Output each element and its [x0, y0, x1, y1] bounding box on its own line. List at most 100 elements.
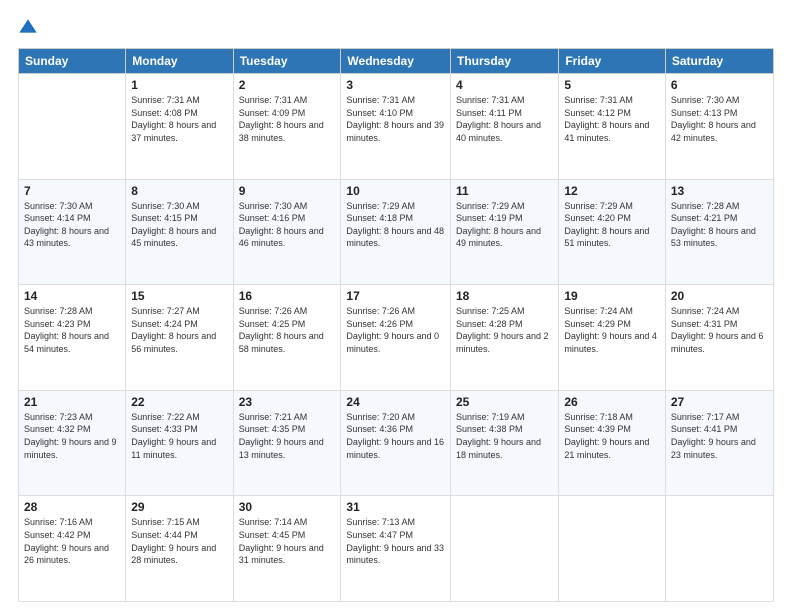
- cell-content: Sunrise: 7:13 AMSunset: 4:47 PMDaylight:…: [346, 516, 445, 566]
- calendar-cell: 16 Sunrise: 7:26 AMSunset: 4:25 PMDayligh…: [233, 285, 341, 391]
- day-number: 18: [456, 289, 553, 303]
- day-header-friday: Friday: [559, 49, 666, 74]
- day-header-thursday: Thursday: [451, 49, 559, 74]
- calendar-cell: 3Sunrise: 7:31 AMSunset: 4:10 PMDaylight…: [341, 74, 451, 180]
- calendar-cell: 25Sunrise: 7:19 AMSunset: 4:38 PMDayligh…: [451, 390, 559, 496]
- day-number: 24: [346, 395, 445, 409]
- cell-content: Sunrise: 7:29 AMSunset: 4:18 PMDaylight:…: [346, 200, 445, 250]
- day-number: 4: [456, 78, 553, 92]
- calendar-cell: 8 Sunrise: 7:30 AMSunset: 4:15 PMDaylight…: [126, 179, 233, 285]
- day-number: 31: [346, 500, 445, 514]
- cell-content: Sunrise: 7:22 AMSunset: 4:33 PMDaylight:…: [131, 411, 227, 461]
- cell-content: Sunrise: 7:16 AMSunset: 4:42 PMDaylight:…: [24, 516, 120, 566]
- day-header-tuesday: Tuesday: [233, 49, 341, 74]
- calendar-cell: 21 Sunrise: 7:23 AMSunset: 4:32 PMDayligh…: [19, 390, 126, 496]
- cell-content: Sunrise: 7:14 AMSunset: 4:45 PMDaylight:…: [239, 516, 336, 566]
- calendar-cell: 24 Sunrise: 7:20 AMSunset: 4:36 PMDayligh…: [341, 390, 451, 496]
- day-number: 9: [239, 184, 336, 198]
- week-row-2: 7 Sunrise: 7:30 AMSunset: 4:14 PMDaylight…: [19, 179, 774, 285]
- cell-content: Sunrise: 7:26 AMSunset: 4:25 PMDaylight:…: [239, 305, 336, 355]
- day-number: 2: [239, 78, 336, 92]
- day-number: 19: [564, 289, 660, 303]
- calendar-table: SundayMondayTuesdayWednesdayThursdayFrid…: [18, 48, 774, 602]
- cell-content: Sunrise: 7:31 AMSunset: 4:12 PMDaylight:…: [564, 94, 660, 144]
- day-number: 13: [671, 184, 768, 198]
- day-number: 30: [239, 500, 336, 514]
- calendar-cell: 19 Sunrise: 7:24 AMSunset: 4:29 PMDayligh…: [559, 285, 666, 391]
- day-number: 28: [24, 500, 120, 514]
- cell-content: Sunrise: 7:28 AMSunset: 4:23 PMDaylight:…: [24, 305, 120, 355]
- day-number: 27: [671, 395, 768, 409]
- calendar-cell: 23Sunrise: 7:21 AMSunset: 4:35 PMDayligh…: [233, 390, 341, 496]
- week-row-5: 28 Sunrise: 7:16 AMSunset: 4:42 PMDayligh…: [19, 496, 774, 602]
- day-number: 26: [564, 395, 660, 409]
- calendar-cell: 11Sunrise: 7:29 AMSunset: 4:19 PMDayligh…: [451, 179, 559, 285]
- day-number: 23: [239, 395, 336, 409]
- day-header-saturday: Saturday: [665, 49, 773, 74]
- cell-content: Sunrise: 7:24 AMSunset: 4:29 PMDaylight:…: [564, 305, 660, 355]
- day-number: 12: [564, 184, 660, 198]
- calendar-cell: 9 Sunrise: 7:30 AMSunset: 4:16 PMDaylight…: [233, 179, 341, 285]
- cell-content: Sunrise: 7:26 AMSunset: 4:26 PMDaylight:…: [346, 305, 445, 355]
- calendar-cell: 2Sunrise: 7:31 AMSunset: 4:09 PMDaylight…: [233, 74, 341, 180]
- week-row-4: 21 Sunrise: 7:23 AMSunset: 4:32 PMDayligh…: [19, 390, 774, 496]
- calendar-cell: 1 Sunrise: 7:31 AMSunset: 4:08 PMDaylight…: [126, 74, 233, 180]
- day-number: 6: [671, 78, 768, 92]
- calendar-cell: 13 Sunrise: 7:28 AMSunset: 4:21 PMDayligh…: [665, 179, 773, 285]
- header: [18, 18, 774, 38]
- calendar-cell: 10 Sunrise: 7:29 AMSunset: 4:18 PMDayligh…: [341, 179, 451, 285]
- cell-content: Sunrise: 7:17 AMSunset: 4:41 PMDaylight:…: [671, 411, 768, 461]
- day-number: 20: [671, 289, 768, 303]
- day-number: 10: [346, 184, 445, 198]
- cell-content: Sunrise: 7:24 AMSunset: 4:31 PMDaylight:…: [671, 305, 768, 355]
- logo-icon: [18, 18, 38, 38]
- day-number: 29: [131, 500, 227, 514]
- cell-content: Sunrise: 7:30 AMSunset: 4:14 PMDaylight:…: [24, 200, 120, 250]
- day-number: 15: [131, 289, 227, 303]
- calendar-cell: 12 Sunrise: 7:29 AMSunset: 4:20 PMDayligh…: [559, 179, 666, 285]
- calendar-cell: [19, 74, 126, 180]
- logo: [18, 18, 42, 38]
- cell-content: Sunrise: 7:20 AMSunset: 4:36 PMDaylight:…: [346, 411, 445, 461]
- day-number: 21: [24, 395, 120, 409]
- cell-content: Sunrise: 7:29 AMSunset: 4:20 PMDaylight:…: [564, 200, 660, 250]
- cell-content: Sunrise: 7:29 AMSunset: 4:19 PMDaylight:…: [456, 200, 553, 250]
- calendar-cell: 18 Sunrise: 7:25 AMSunset: 4:28 PMDayligh…: [451, 285, 559, 391]
- calendar-cell: [665, 496, 773, 602]
- cell-content: Sunrise: 7:30 AMSunset: 4:16 PMDaylight:…: [239, 200, 336, 250]
- calendar-cell: 28 Sunrise: 7:16 AMSunset: 4:42 PMDayligh…: [19, 496, 126, 602]
- day-number: 1: [131, 78, 227, 92]
- calendar-cell: 5Sunrise: 7:31 AMSunset: 4:12 PMDaylight…: [559, 74, 666, 180]
- calendar-page: SundayMondayTuesdayWednesdayThursdayFrid…: [0, 0, 792, 612]
- cell-content: Sunrise: 7:25 AMSunset: 4:28 PMDaylight:…: [456, 305, 553, 355]
- calendar-cell: 20 Sunrise: 7:24 AMSunset: 4:31 PMDayligh…: [665, 285, 773, 391]
- week-row-1: 1 Sunrise: 7:31 AMSunset: 4:08 PMDaylight…: [19, 74, 774, 180]
- calendar-cell: 22 Sunrise: 7:22 AMSunset: 4:33 PMDayligh…: [126, 390, 233, 496]
- cell-content: Sunrise: 7:15 AMSunset: 4:44 PMDaylight:…: [131, 516, 227, 566]
- cell-content: Sunrise: 7:23 AMSunset: 4:32 PMDaylight:…: [24, 411, 120, 461]
- day-number: 16: [239, 289, 336, 303]
- calendar-cell: [451, 496, 559, 602]
- cell-content: Sunrise: 7:30 AMSunset: 4:13 PMDaylight:…: [671, 94, 768, 144]
- calendar-cell: 15Sunrise: 7:27 AMSunset: 4:24 PMDayligh…: [126, 285, 233, 391]
- calendar-cell: 29 Sunrise: 7:15 AMSunset: 4:44 PMDayligh…: [126, 496, 233, 602]
- cell-content: Sunrise: 7:30 AMSunset: 4:15 PMDaylight:…: [131, 200, 227, 250]
- day-number: 17: [346, 289, 445, 303]
- cell-content: Sunrise: 7:31 AMSunset: 4:08 PMDaylight:…: [131, 94, 227, 144]
- calendar-cell: 31 Sunrise: 7:13 AMSunset: 4:47 PMDayligh…: [341, 496, 451, 602]
- calendar-cell: [559, 496, 666, 602]
- cell-content: Sunrise: 7:28 AMSunset: 4:21 PMDaylight:…: [671, 200, 768, 250]
- header-row: SundayMondayTuesdayWednesdayThursdayFrid…: [19, 49, 774, 74]
- day-header-sunday: Sunday: [19, 49, 126, 74]
- day-number: 22: [131, 395, 227, 409]
- week-row-3: 14Sunrise: 7:28 AMSunset: 4:23 PMDayligh…: [19, 285, 774, 391]
- calendar-cell: 7 Sunrise: 7:30 AMSunset: 4:14 PMDaylight…: [19, 179, 126, 285]
- cell-content: Sunrise: 7:31 AMSunset: 4:11 PMDaylight:…: [456, 94, 553, 144]
- day-number: 25: [456, 395, 553, 409]
- day-number: 8: [131, 184, 227, 198]
- calendar-cell: 14Sunrise: 7:28 AMSunset: 4:23 PMDayligh…: [19, 285, 126, 391]
- calendar-cell: 4 Sunrise: 7:31 AMSunset: 4:11 PMDaylight…: [451, 74, 559, 180]
- cell-content: Sunrise: 7:18 AMSunset: 4:39 PMDaylight:…: [564, 411, 660, 461]
- calendar-cell: 26 Sunrise: 7:18 AMSunset: 4:39 PMDayligh…: [559, 390, 666, 496]
- day-number: 7: [24, 184, 120, 198]
